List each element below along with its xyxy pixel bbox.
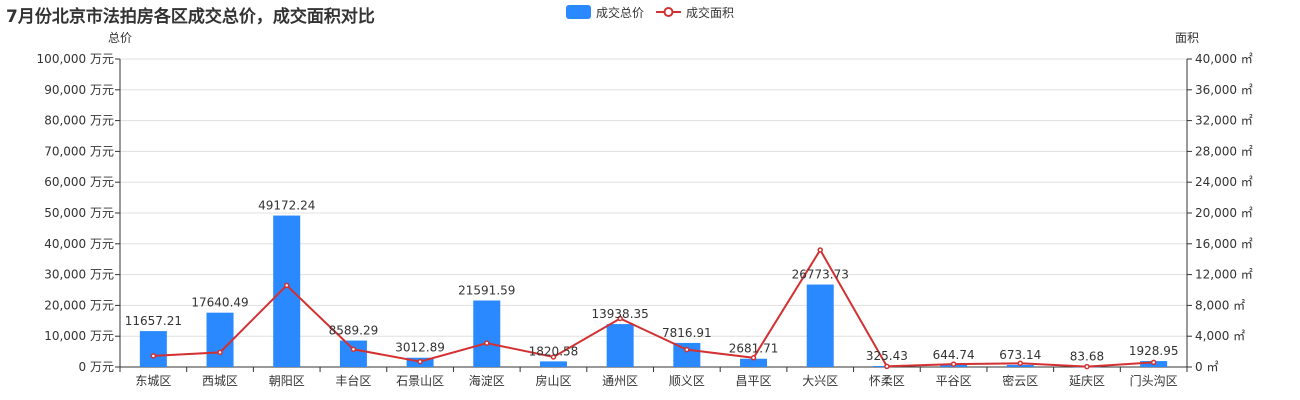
x-tick-label: 密云区 — [1002, 373, 1038, 388]
x-tick-label: 朝阳区 — [269, 374, 305, 388]
bar — [806, 284, 834, 367]
y-left-tick-label: 0 万元 — [79, 360, 114, 374]
x-tick-label: 怀柔区 — [869, 374, 905, 388]
y-left-tick-label: 100,000 万元 — [37, 52, 114, 66]
bar — [206, 312, 234, 367]
bar-data-label: 26773.73 — [792, 268, 849, 282]
y-left-tick-label: 40,000 万元 — [44, 237, 114, 251]
line-point — [217, 349, 223, 356]
y-right-tick-label: 12,000 ㎡ — [1195, 268, 1253, 282]
y-left-tick-label: 10,000 万元 — [44, 329, 114, 343]
bar-data-label: 49172.24 — [258, 199, 315, 213]
bar — [539, 361, 567, 367]
line-point — [484, 340, 490, 346]
x-tick-label: 东城区 — [135, 374, 171, 388]
line-point — [817, 247, 823, 253]
bar-data-label: 1820.58 — [529, 344, 579, 358]
y-right-tick-label: 20,000 ㎡ — [1195, 206, 1253, 220]
y-left-tick-label: 90,000 万元 — [44, 83, 114, 97]
y-right-tick-label: 40,000 ㎡ — [1195, 52, 1253, 66]
y-right-axis-name: 面积 — [1175, 31, 1199, 45]
y-right-tick-label: 32,000 ㎡ — [1195, 114, 1253, 128]
x-tick-labels: 东城区 西城区 朝阳区 丰台区 石景山区 海淀区 房山区 通州区 顺义区 昌平区 大兴区 怀柔区 平谷区… — [119, 367, 1188, 388]
line-point — [150, 353, 157, 359]
x-tick-label: 门头沟区 — [1130, 373, 1178, 388]
bar-data-label: 83.68 — [1070, 350, 1104, 364]
y-right-tick-labels: 0 ㎡ 4,000 ㎡ 8,000 ㎡ 12,000 ㎡ 16,000 ㎡ 20,000 … — [1187, 52, 1253, 374]
y-left-tick-label: 30,000 万元 — [44, 268, 114, 282]
y-right-tick-label: 16,000 ㎡ — [1195, 237, 1253, 251]
x-tick-label: 海淀区 — [469, 373, 505, 388]
line-point — [1084, 363, 1090, 370]
y-right-tick-label: 8,000 ㎡ — [1195, 298, 1245, 312]
bar-data-label: 2681.71 — [729, 342, 779, 356]
x-tick-label: 西城区 — [202, 374, 238, 388]
bar-data-label: 11657.21 — [125, 314, 182, 328]
x-tick-label: 顺义区 — [669, 374, 705, 388]
x-tick-label: 房山区 — [535, 373, 571, 388]
y-left-tick-label: 50,000 万元 — [44, 206, 114, 220]
bar-data-label: 644.74 — [933, 348, 975, 362]
x-tick-label: 大兴区 — [802, 374, 838, 388]
line-point — [950, 361, 957, 367]
x-tick-label: 通州区 — [602, 374, 638, 388]
y-right-tick-label: 4,000 ㎡ — [1195, 329, 1245, 343]
x-tick-label: 石景山区 — [396, 374, 444, 388]
y-right-tick-label: 24,000 ㎡ — [1195, 175, 1253, 189]
line-point — [417, 358, 423, 365]
x-tick-label: 平谷区 — [936, 374, 972, 388]
bar-data-label: 3012.89 — [395, 341, 445, 355]
x-tick-label: 昌平区 — [736, 374, 772, 388]
line-point — [684, 346, 690, 353]
bar — [473, 300, 501, 367]
bar — [139, 331, 167, 367]
bar — [273, 215, 301, 367]
chart-plot: 总价 面积 0 万元 10,000 万元 20,000 万元 30,000 万元 40,… — [37, 31, 1253, 388]
line-point — [750, 355, 757, 361]
bar-data-label: 1928.95 — [1129, 344, 1179, 358]
bar-data-label: 8589.29 — [329, 324, 379, 338]
line-point — [283, 282, 290, 289]
bar-data-label: 17640.49 — [191, 296, 248, 310]
line-point — [350, 346, 357, 353]
bar — [339, 340, 367, 367]
bar — [673, 342, 701, 367]
y-left-tick-labels: 0 万元 10,000 万元 20,000 万元 30,000 万元 40,000 万元… — [37, 52, 120, 374]
y-right-tick-label: 36,000 ㎡ — [1195, 83, 1253, 97]
bar-data-label: 13938.35 — [592, 307, 649, 321]
y-left-tick-label: 20,000 万元 — [44, 298, 114, 312]
y-left-tick-label: 70,000 万元 — [44, 144, 114, 158]
bar-data-label: 21591.59 — [458, 283, 515, 297]
y-left-axis-name: 总价 — [108, 31, 132, 45]
y-left-tick-label: 80,000 万元 — [44, 114, 114, 128]
y-right-tick-label: 0 ㎡ — [1195, 360, 1218, 374]
y-right-tick-label: 28,000 ㎡ — [1195, 144, 1253, 158]
x-tick-label: 丰台区 — [335, 373, 371, 388]
bar — [606, 324, 634, 367]
bar-data-label: 673.14 — [999, 348, 1041, 362]
bar-data-label: 325.43 — [866, 349, 908, 363]
bar-data-label: 7816.91 — [662, 326, 712, 340]
x-tick-label: 延庆区 — [1069, 374, 1105, 388]
line-point — [1150, 359, 1157, 366]
line-point — [884, 363, 890, 370]
y-left-tick-label: 60,000 万元 — [44, 175, 114, 189]
